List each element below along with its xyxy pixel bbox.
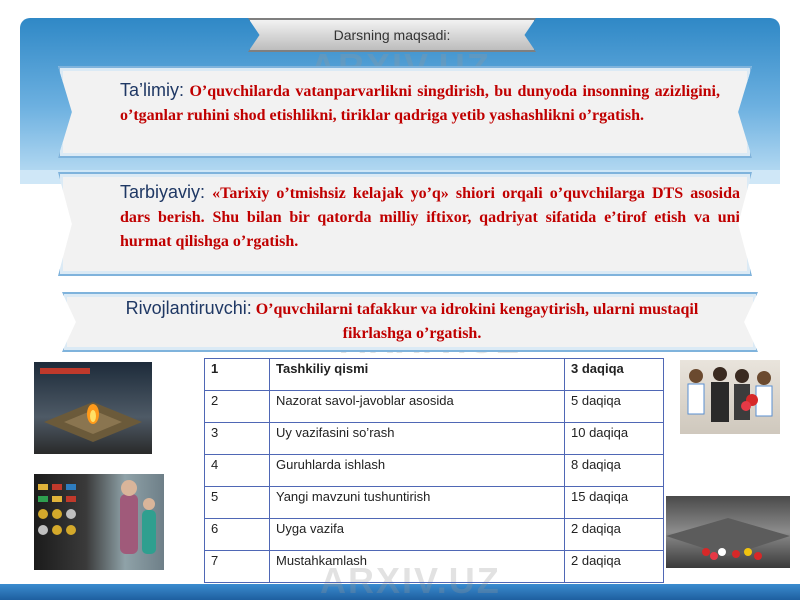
table-cell-time: 15 daqiqa [564, 486, 664, 519]
lesson-plan-table: 1 Tashkiliy qismi 3 daqiqa 2 Nazorat sav… [204, 358, 664, 583]
objective-educational-text: Ta’limiy: O’quvchilarda vatanparvarlikni… [120, 78, 720, 128]
table-row: 2 Nazorat savol-javoblar asosida 5 daqiq… [204, 390, 664, 423]
table-cell-number: 6 [204, 518, 270, 551]
objective-upbringing-label: Tarbiyaviy: [120, 182, 206, 202]
objective-upbringing-body: «Tarixiy o’tmishsiz kelajak yo’q» shiori… [120, 185, 740, 250]
table-cell-number: 2 [204, 390, 270, 423]
eternal-flame-memorial-photo [34, 362, 152, 454]
veteran-medals-photo [34, 474, 164, 570]
objective-developmental-text: Rivojlantiruvchi: O’quvchilarni tafakkur… [92, 296, 732, 346]
table-cell-time: 3 daqiqa [564, 358, 664, 391]
table-cell-stage: Nazorat savol-javoblar asosida [269, 390, 565, 423]
table-cell-time: 2 daqiqa [564, 518, 664, 551]
table-cell-stage: Uy vazifasini so’rash [269, 422, 565, 455]
objective-developmental-label: Rivojlantiruvchi: [125, 298, 252, 318]
table-cell-number: 1 [204, 358, 270, 391]
table-cell-stage: Guruhlarda ishlash [269, 454, 565, 487]
objective-educational-label: Ta’limiy: [120, 80, 185, 100]
table-cell-time: 10 daqiqa [564, 422, 664, 455]
table-cell-stage: Yangi mavzuni tushuntirish [269, 486, 565, 519]
objective-educational-box: Ta’limiy: O’quvchilarda vatanparvarlikni… [58, 66, 752, 158]
medals-icon [38, 480, 156, 554]
memorial-flowers-photo [666, 496, 790, 568]
table-cell-stage: Uyga vazifa [269, 518, 565, 551]
table-cell-stage: Tashkiliy qismi [269, 358, 565, 391]
table-cell-time: 2 daqiqa [564, 550, 664, 583]
table-row: 7 Mustahkamlash 2 daqiqa [204, 550, 664, 583]
table-row: 4 Guruhlarda ishlash 8 daqiqa [204, 454, 664, 487]
table-cell-number: 5 [204, 486, 270, 519]
objective-upbringing-text: Tarbiyaviy: «Tarixiy o’tmishsiz kelajak … [120, 180, 740, 254]
table-row: 6 Uyga vazifa 2 daqiqa [204, 518, 664, 551]
table-cell-time: 5 daqiqa [564, 390, 664, 423]
objective-upbringing-box: Tarbiyaviy: «Tarixiy o’tmishsiz kelajak … [58, 172, 752, 276]
flowers-icon [666, 518, 790, 560]
objective-educational-body: O’quvchilarda vatanparvarlikni singdiris… [120, 83, 720, 124]
table-cell-number: 3 [204, 422, 270, 455]
table-cell-number: 4 [204, 454, 270, 487]
students-with-veteran-photo [680, 360, 780, 434]
table-cell-time: 8 daqiqa [564, 454, 664, 487]
table-row: 5 Yangi mavzuni tushuntirish 15 daqiqa [204, 486, 664, 519]
table-row: 1 Tashkiliy qismi 3 daqiqa [204, 358, 664, 391]
table-row: 3 Uy vazifasini so’rash 10 daqiqa [204, 422, 664, 455]
people-icon [687, 367, 773, 422]
table-cell-stage: Mustahkamlash [269, 550, 565, 583]
slide-title: Darsning maqsadi: [248, 18, 536, 52]
objective-developmental-box: Rivojlantiruvchi: O’quvchilarni tafakkur… [62, 292, 758, 352]
memorial-flame-icon [40, 368, 142, 442]
table-cell-number: 7 [204, 550, 270, 583]
objective-developmental-body: O’quvchilarni tafakkur va idrokini kenga… [251, 301, 699, 342]
